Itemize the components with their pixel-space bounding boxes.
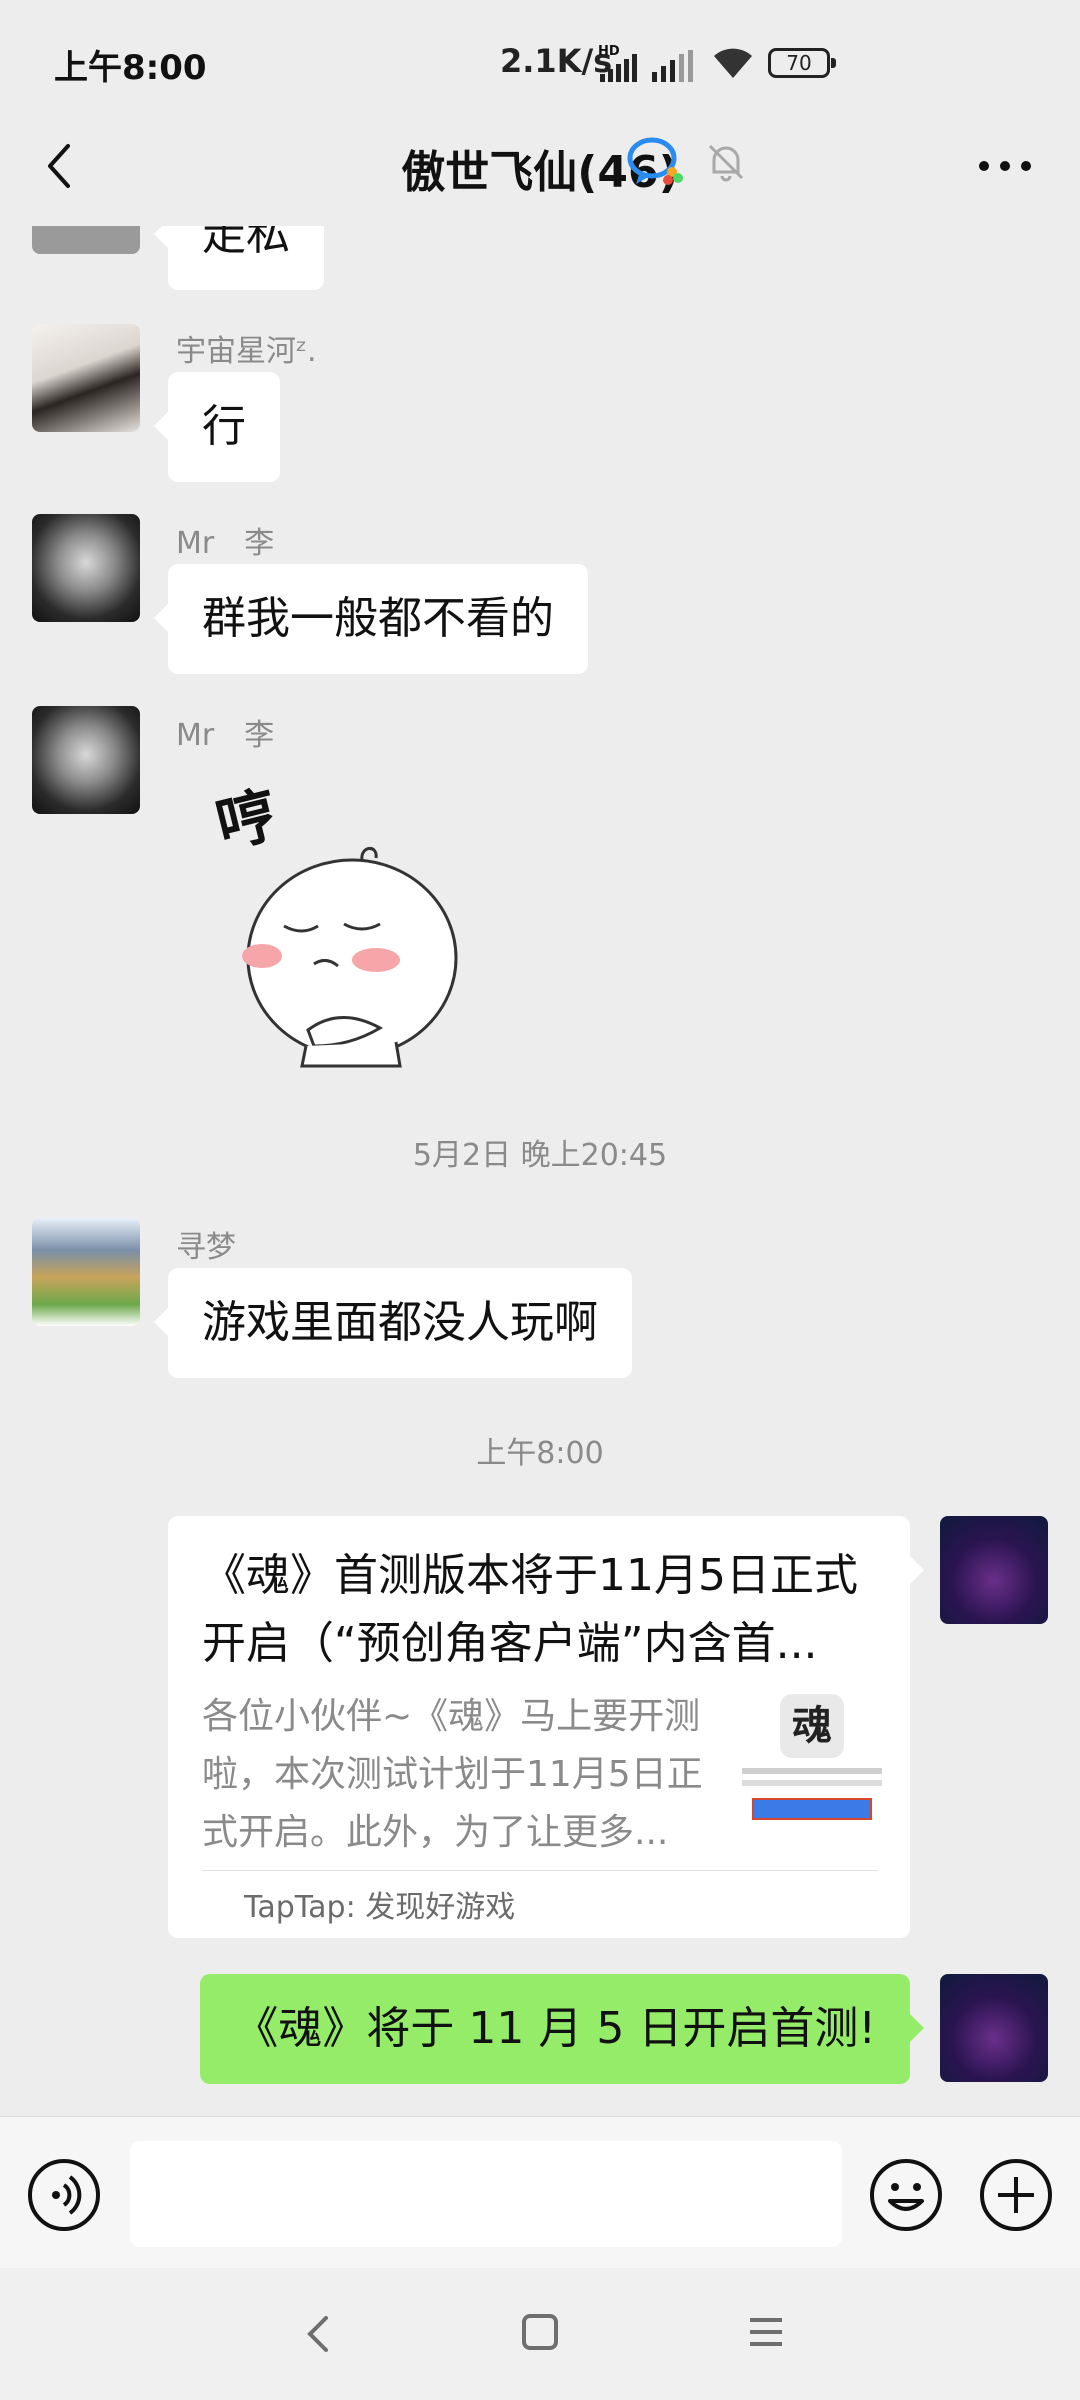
card-source: TapTap: 发现好游戏 xyxy=(244,1890,516,1925)
sender-name: 宇宙星河ᶻ. xyxy=(176,334,317,369)
sender-name: Mr 李 xyxy=(176,718,275,753)
system-home-icon[interactable] xyxy=(518,2310,562,2354)
signal-icon-2 xyxy=(652,50,693,82)
network-speed: 2.1K/s xyxy=(500,42,613,80)
status-time: 上午8:00 xyxy=(54,48,207,88)
timestamp: 上午8:00 xyxy=(476,1436,604,1471)
card-description: 各位小伙伴~《魂》马上要开测啦，本次测试计划于11月5日正式开启。此外，为了让更… xyxy=(202,1696,703,1853)
emoji-icon[interactable] xyxy=(868,2157,944,2233)
system-menu-icon[interactable] xyxy=(744,2310,788,2354)
signal-icon xyxy=(600,54,637,82)
avatar[interactable] xyxy=(32,324,140,432)
thumb-line xyxy=(742,1780,882,1786)
enterprise-chat-icon[interactable] xyxy=(626,134,686,190)
avatar-self[interactable] xyxy=(940,1974,1048,2082)
system-back-icon[interactable] xyxy=(298,2310,338,2358)
battery-icon: 70 xyxy=(768,48,836,78)
voice-input-icon[interactable] xyxy=(26,2157,102,2233)
link-card[interactable]: 《魂》首测版本将于11月5日正式开启（“预创角客户端”内含首... 各位小伙伴~… xyxy=(168,1516,924,1938)
mute-bell-icon xyxy=(708,144,744,182)
avatar[interactable] xyxy=(32,514,140,622)
avatar[interactable] xyxy=(32,226,140,254)
input-bar xyxy=(0,2116,1080,2268)
message-list[interactable]: 走私 宇宙星河ᶻ. 行 Mr 李 群我一般都不看的 Mr 李 哼 5月2日 晚上… xyxy=(0,226,1080,2116)
card-divider xyxy=(202,1870,878,1871)
avatar[interactable] xyxy=(32,706,140,814)
more-options-icon[interactable] xyxy=(970,134,1040,198)
plus-icon[interactable] xyxy=(978,2157,1054,2233)
avatar-self[interactable] xyxy=(940,1516,1048,1624)
message-bubble[interactable]: 游戏里面都没人玩啊 xyxy=(154,1268,632,1378)
message-bubble[interactable]: 走私 xyxy=(154,226,324,290)
message-input[interactable] xyxy=(130,2141,842,2247)
message-bubble[interactable]: 群我一般都不看的 xyxy=(154,564,588,674)
sender-name: Mr 李 xyxy=(176,526,275,561)
message-bubble-self[interactable]: 《魂》将于 11 月 5 日开启首测! xyxy=(200,1974,924,2084)
status-bar: 上午8:00 2.1K/s HD 70 xyxy=(0,0,1080,120)
timestamp: 5月2日 晚上20:45 xyxy=(412,1138,668,1173)
app-logo-icon: 魂 xyxy=(780,1694,844,1758)
message-bubble[interactable]: 行 xyxy=(154,372,280,482)
thumb-button xyxy=(752,1798,872,1820)
sender-name: 寻梦 xyxy=(176,1230,236,1265)
card-thumbnail: 魂 xyxy=(738,1694,886,1834)
card-title: 《魂》首测版本将于11月5日正式开启（“预创角客户端”内含首... xyxy=(202,1550,858,1669)
avatar[interactable] xyxy=(32,1218,140,1326)
chat-header: 傲世飞仙(46) xyxy=(0,120,1080,226)
sticker-face-icon xyxy=(242,847,458,1068)
sticker-message[interactable]: 哼 xyxy=(210,766,470,1086)
system-nav-bar xyxy=(0,2268,1080,2400)
thumb-line xyxy=(742,1768,882,1774)
wifi-icon xyxy=(714,48,752,78)
